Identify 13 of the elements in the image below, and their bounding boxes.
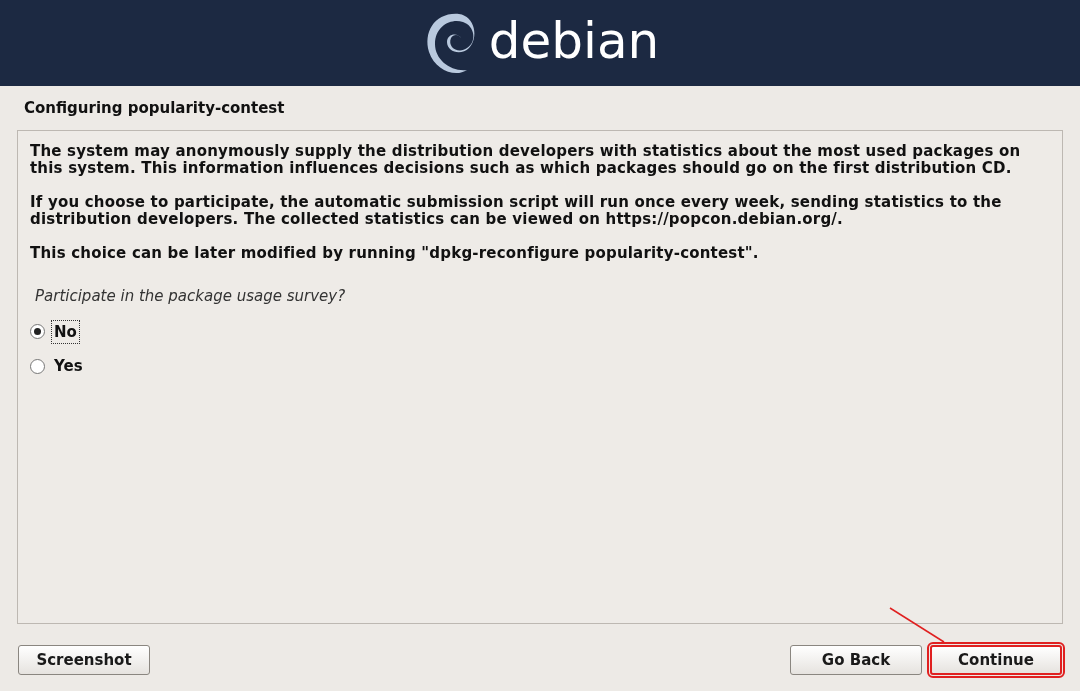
dialog-button[interactable]: Continue (930, 645, 1062, 675)
radio-button[interactable] (30, 358, 45, 374)
description-paragraph: The system may anonymously supply the distribution developers with statistics about the most used packages on this system. This information influences decisions such as which packages should go on the first distribution CD. (30, 143, 1022, 177)
page-title: Configuring popularity-contest (24, 97, 285, 119)
question-text: Participate in the package usage survey? (35, 286, 347, 307)
radio-label: Yes (53, 356, 84, 377)
radio-button[interactable] (30, 324, 45, 340)
description-paragraph: This choice can be later modified by running "dpkg-reconfigure popularity-contest". (30, 245, 760, 262)
logo-wordmark: debian (488, 16, 660, 66)
description-paragraph: If you choose to participate, the automatic submission script will run once every week, sending statistics to the distribution developers. The collected statistics can be viewed on https://popcon.debian.org/. (30, 194, 1003, 228)
dialog-button[interactable]: Go Back (790, 645, 922, 675)
radio-label: No (51, 319, 80, 344)
dialog-button[interactable]: Screenshot (18, 645, 150, 675)
